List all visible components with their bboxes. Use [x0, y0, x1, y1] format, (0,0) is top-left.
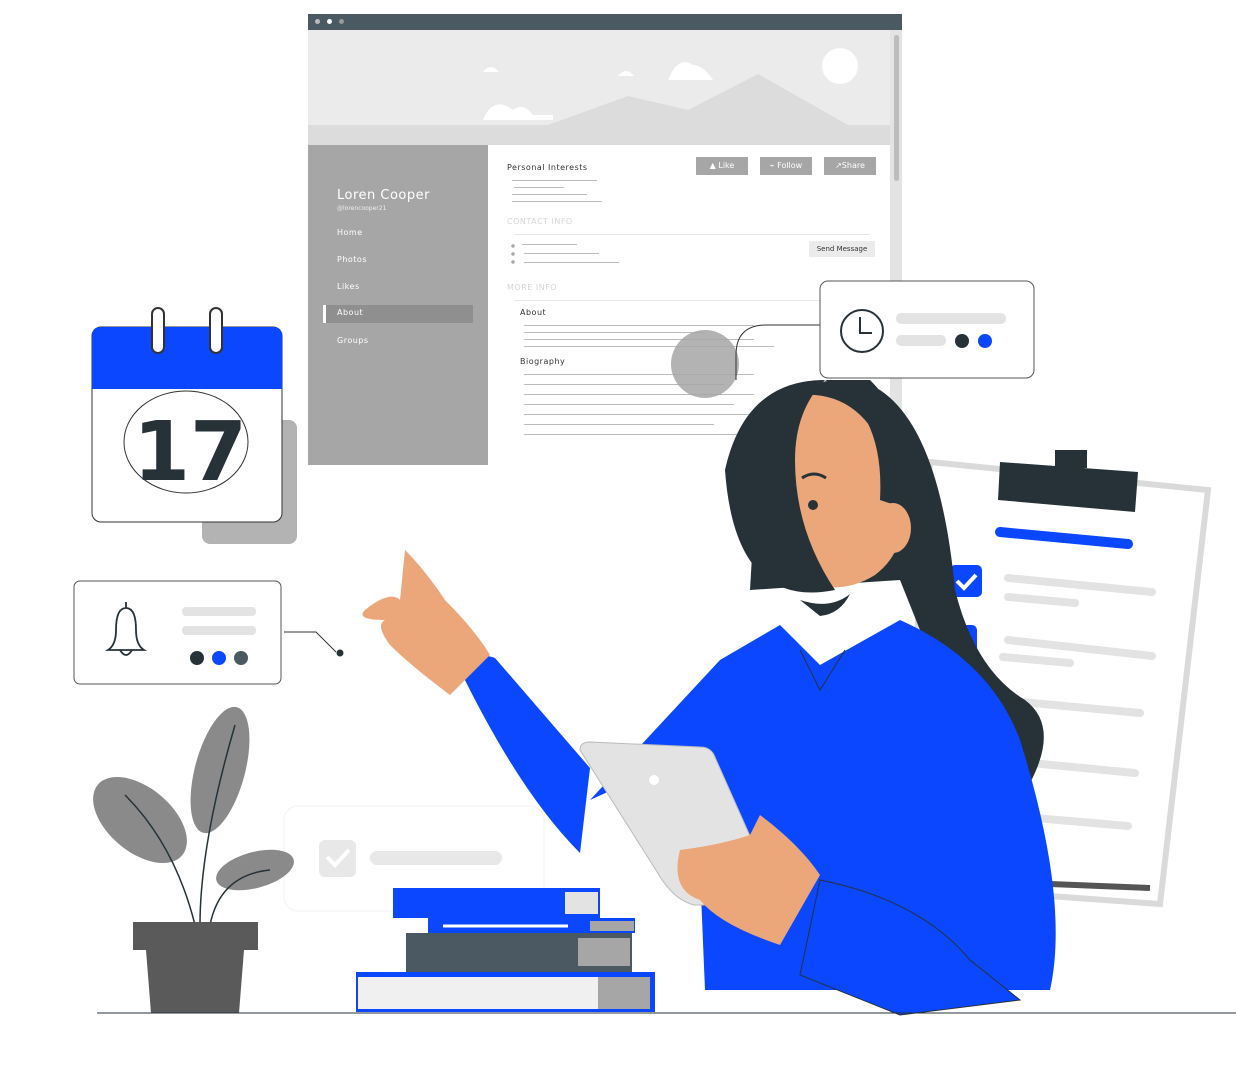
clock-notification-card	[819, 280, 1035, 379]
cursor-highlight-icon	[671, 330, 739, 398]
bell-notification-card	[73, 580, 344, 685]
plant-icon	[93, 706, 294, 1013]
books-stack-icon	[356, 888, 655, 1012]
calendar-day: 17	[133, 405, 247, 500]
connector-line	[735, 324, 821, 380]
illustration: 17	[73, 280, 1236, 1016]
